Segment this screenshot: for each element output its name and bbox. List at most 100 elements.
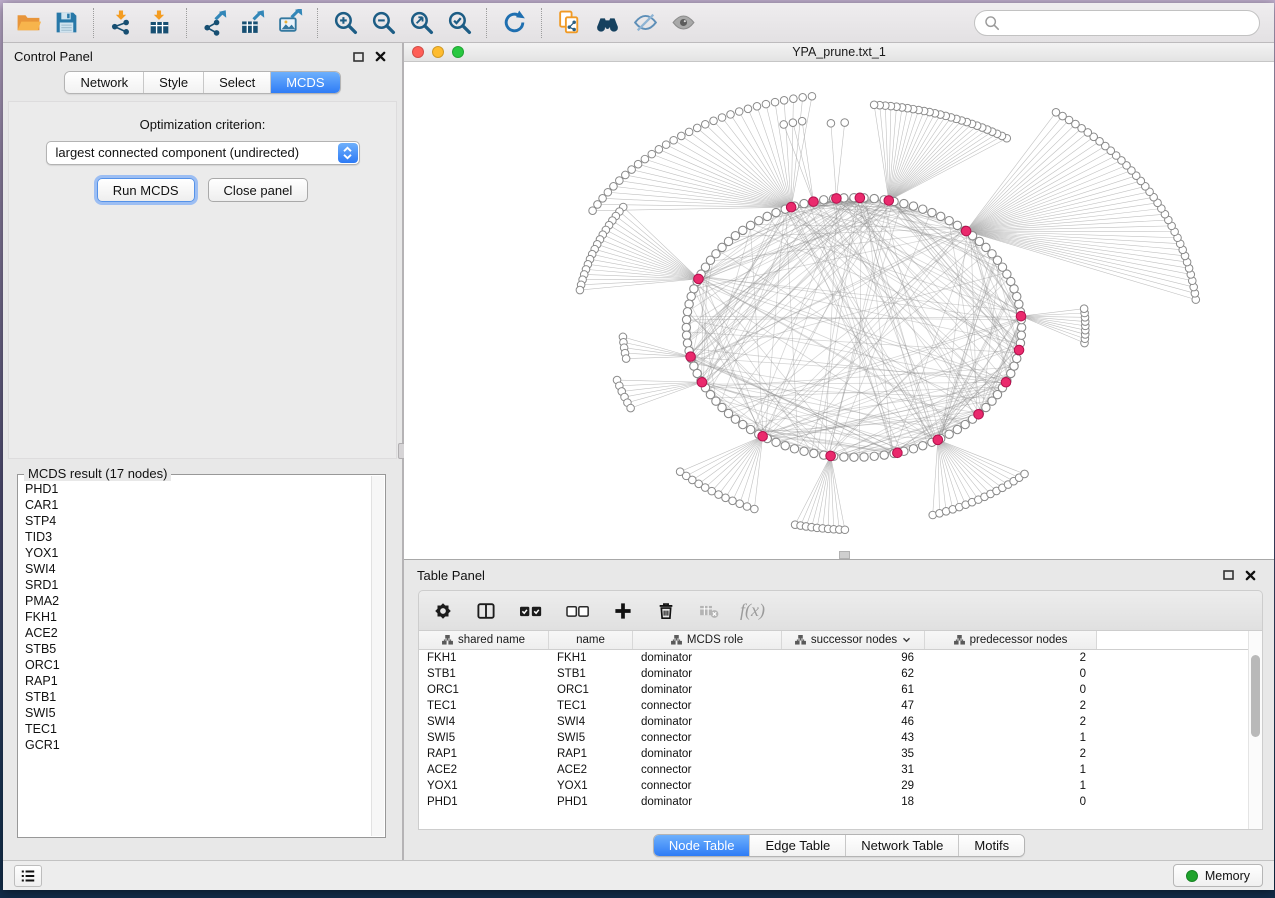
ring-node[interactable] bbox=[772, 438, 780, 446]
new-network-from-selection-button[interactable] bbox=[550, 7, 588, 39]
leaf-node[interactable] bbox=[722, 494, 730, 502]
ring-node[interactable] bbox=[682, 331, 690, 339]
select-all-button[interactable] bbox=[517, 597, 545, 625]
refresh-view-button[interactable] bbox=[495, 7, 533, 39]
first-neighbors-button[interactable] bbox=[588, 7, 626, 39]
mcds-hub-node[interactable] bbox=[786, 202, 796, 212]
ring-node[interactable] bbox=[683, 308, 691, 316]
column-header-name[interactable]: name bbox=[549, 631, 633, 649]
leaf-node[interactable] bbox=[627, 404, 635, 412]
leaf-node[interactable] bbox=[827, 119, 835, 127]
import-table-button[interactable] bbox=[140, 7, 178, 39]
show-all-button[interactable] bbox=[664, 7, 702, 39]
close-panel-action-button[interactable]: Close panel bbox=[208, 178, 309, 202]
column-header-predecessor-nodes[interactable]: predecessor nodes bbox=[925, 631, 1097, 649]
mcds-hub-node[interactable] bbox=[697, 377, 707, 387]
open-session-button[interactable] bbox=[9, 7, 47, 39]
memory-button[interactable]: Memory bbox=[1173, 864, 1263, 887]
leaf-node[interactable] bbox=[727, 111, 735, 119]
ring-node[interactable] bbox=[909, 445, 917, 453]
tab-motifs[interactable]: Motifs bbox=[959, 835, 1024, 856]
ring-node[interactable] bbox=[975, 237, 983, 245]
ring-node[interactable] bbox=[850, 453, 858, 461]
ring-node[interactable] bbox=[880, 451, 888, 459]
mcds-hub-node[interactable] bbox=[855, 193, 865, 203]
close-table-panel-button[interactable] bbox=[1239, 566, 1261, 584]
leaf-node[interactable] bbox=[1080, 305, 1088, 313]
leaf-node[interactable] bbox=[655, 146, 663, 154]
export-table-button[interactable] bbox=[233, 7, 271, 39]
function-builder-button[interactable]: f(x) bbox=[740, 597, 765, 625]
add-column-button[interactable] bbox=[611, 597, 635, 625]
minimize-window-icon[interactable] bbox=[432, 46, 444, 58]
leaf-node[interactable] bbox=[648, 150, 656, 158]
ring-node[interactable] bbox=[731, 232, 739, 240]
maximize-window-icon[interactable] bbox=[452, 46, 464, 58]
ring-node[interactable] bbox=[953, 425, 961, 433]
ring-node[interactable] bbox=[928, 208, 936, 216]
table-options-button[interactable] bbox=[431, 597, 455, 625]
tab-edge-table[interactable]: Edge Table bbox=[750, 835, 846, 856]
mcds-hub-node[interactable] bbox=[961, 226, 971, 236]
mcds-hub-node[interactable] bbox=[694, 274, 704, 284]
ring-node[interactable] bbox=[870, 452, 878, 460]
leaf-node[interactable] bbox=[589, 207, 597, 215]
table-scrollbar-thumb[interactable] bbox=[1251, 655, 1260, 737]
show-task-history-button[interactable] bbox=[14, 865, 42, 887]
leaf-node[interactable] bbox=[780, 97, 788, 105]
run-mcds-button[interactable]: Run MCDS bbox=[97, 178, 195, 202]
leaf-node[interactable] bbox=[701, 120, 709, 128]
leaf-node[interactable] bbox=[634, 160, 642, 168]
leaf-node[interactable] bbox=[789, 119, 797, 127]
delete-columns-button[interactable] bbox=[654, 597, 678, 625]
tab-style[interactable]: Style bbox=[144, 72, 204, 93]
leaf-node[interactable] bbox=[610, 183, 618, 191]
table-row[interactable]: ORC1ORC1dominator610 bbox=[419, 682, 1248, 698]
ring-node[interactable] bbox=[945, 430, 953, 438]
leaf-node[interactable] bbox=[1021, 470, 1029, 478]
tab-network[interactable]: Network bbox=[65, 72, 144, 93]
ring-node[interactable] bbox=[683, 339, 691, 347]
leaf-node[interactable] bbox=[841, 526, 849, 534]
mcds-hub-node[interactable] bbox=[826, 451, 836, 461]
mcds-hub-node[interactable] bbox=[974, 410, 984, 420]
table-row[interactable]: STB1STB1dominator620 bbox=[419, 666, 1248, 682]
leaf-node[interactable] bbox=[780, 121, 788, 129]
ring-node[interactable] bbox=[746, 221, 754, 229]
ring-node[interactable] bbox=[1013, 354, 1021, 362]
export-network-button[interactable] bbox=[195, 7, 233, 39]
column-header-successor-nodes[interactable]: successor nodes bbox=[782, 631, 925, 649]
table-row[interactable]: ACE2ACE2connector311 bbox=[419, 762, 1248, 778]
table-scrollbar[interactable] bbox=[1248, 631, 1262, 829]
export-image-button[interactable] bbox=[271, 7, 309, 39]
mcds-hub-node[interactable] bbox=[1014, 345, 1024, 355]
leaf-node[interactable] bbox=[808, 92, 816, 100]
leaf-node[interactable] bbox=[736, 500, 744, 508]
ring-node[interactable] bbox=[1015, 300, 1023, 308]
mcds-result-scrollbar[interactable] bbox=[371, 476, 384, 836]
close-window-icon[interactable] bbox=[412, 46, 424, 58]
float-panel-button[interactable] bbox=[347, 48, 369, 66]
leaf-node[interactable] bbox=[771, 98, 779, 106]
save-session-button[interactable] bbox=[47, 7, 85, 39]
ring-node[interactable] bbox=[1017, 323, 1025, 331]
leaf-node[interactable] bbox=[798, 117, 806, 125]
ring-node[interactable] bbox=[682, 315, 690, 323]
deselect-all-button[interactable] bbox=[564, 597, 592, 625]
ring-node[interactable] bbox=[953, 221, 961, 229]
mcds-hub-node[interactable] bbox=[809, 197, 819, 207]
ring-node[interactable] bbox=[682, 323, 690, 331]
table-row[interactable]: PHD1PHD1dominator180 bbox=[419, 794, 1248, 810]
ring-node[interactable] bbox=[919, 205, 927, 213]
leaf-node[interactable] bbox=[622, 355, 630, 363]
ring-node[interactable] bbox=[800, 199, 808, 207]
tab-network-table[interactable]: Network Table bbox=[846, 835, 959, 856]
column-header-MCDS-role[interactable]: MCDS role bbox=[633, 631, 782, 649]
leaf-node[interactable] bbox=[870, 101, 878, 109]
criterion-dropdown[interactable]: largest connected component (undirected) bbox=[46, 141, 360, 165]
zoom-fit-button[interactable] bbox=[402, 7, 440, 39]
leaf-node[interactable] bbox=[622, 171, 630, 179]
leaf-node[interactable] bbox=[735, 108, 743, 116]
leaf-node[interactable] bbox=[662, 141, 670, 149]
leaf-node[interactable] bbox=[729, 497, 737, 505]
